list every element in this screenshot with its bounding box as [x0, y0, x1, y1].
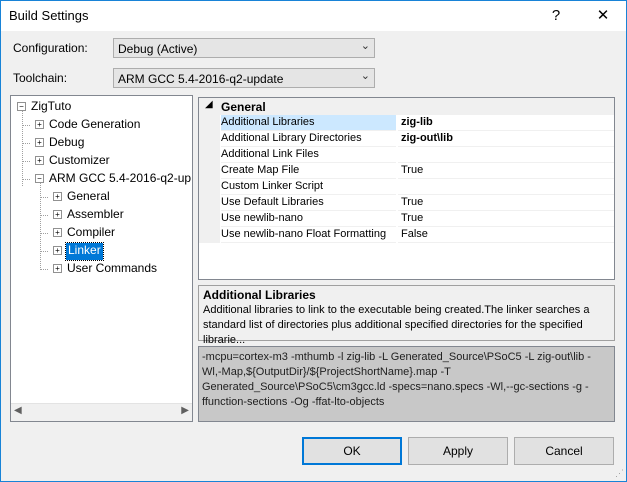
scroll-right-icon[interactable]: ▶ — [181, 405, 189, 416]
description-title: Additional Libraries — [203, 288, 316, 302]
property-value[interactable]: True — [398, 211, 614, 227]
close-button[interactable]: ✕ — [580, 1, 626, 31]
property-category-label: General — [221, 100, 266, 114]
property-row[interactable]: Custom Linker Script — [199, 179, 614, 195]
expand-icon[interactable]: + — [53, 210, 62, 219]
property-value[interactable]: False — [398, 227, 614, 243]
property-row[interactable]: Additional Link Files — [199, 147, 614, 163]
property-description-pane: Additional Libraries Additional librarie… — [198, 285, 615, 346]
tree-item-customizer[interactable]: Customizer — [49, 153, 110, 170]
tree-item-code-generation[interactable]: Code Generation — [49, 117, 140, 134]
property-row[interactable]: Use Default Libraries True — [199, 195, 614, 211]
property-label: Additional Library Directories — [221, 131, 396, 147]
chevron-down-icon: ⌄ — [360, 40, 370, 52]
expand-icon[interactable]: + — [53, 192, 62, 201]
description-text: Additional libraries to link to the exec… — [203, 304, 590, 346]
property-value[interactable]: zig-lib — [398, 115, 614, 131]
property-row[interactable]: Use newlib-nano Float Formatting False — [199, 227, 614, 243]
apply-button[interactable]: Apply — [408, 437, 508, 465]
expand-icon[interactable]: + — [35, 138, 44, 147]
expand-icon[interactable]: + — [35, 156, 44, 165]
property-grid[interactable]: ◢ General Additional Libraries zig-lib A… — [198, 97, 615, 280]
tree-horizontal-scrollbar[interactable]: ◀ ▶ — [11, 403, 192, 421]
property-row[interactable]: Additional Libraries zig-lib — [199, 115, 614, 131]
property-value[interactable]: zig-out\lib — [398, 131, 614, 147]
collapse-icon[interactable]: − — [35, 174, 44, 183]
resize-grip-icon[interactable]: ⋰ — [615, 468, 624, 479]
help-button[interactable]: ? — [533, 1, 579, 31]
settings-tree[interactable]: − ZigTuto + Code Generation + Debug + Cu… — [10, 95, 193, 422]
property-row[interactable]: Additional Library Directories zig-out\l… — [199, 131, 614, 147]
tree-item-arm-gcc[interactable]: ARM GCC 5.4-2016-q2-up — [49, 171, 191, 188]
command-line-preview: -mcpu=cortex-m3 -mthumb -l zig-lib -L Ge… — [198, 346, 615, 422]
toolchain-label: Toolchain: — [13, 71, 68, 85]
tree-item-debug[interactable]: Debug — [49, 135, 84, 152]
property-label: Additional Link Files — [221, 147, 396, 163]
property-label: Custom Linker Script — [221, 179, 396, 195]
property-value[interactable]: True — [398, 195, 614, 211]
cancel-button[interactable]: Cancel — [514, 437, 614, 465]
tree-item-compiler[interactable]: Compiler — [67, 225, 115, 242]
configuration-value: Debug (Active) — [118, 42, 198, 56]
tree-item-linker[interactable]: Linker — [65, 242, 104, 261]
toolchain-value: ARM GCC 5.4-2016-q2-update — [118, 72, 284, 86]
scroll-left-icon[interactable]: ◀ — [14, 405, 22, 416]
property-row[interactable]: Use newlib-nano True — [199, 211, 614, 227]
expand-icon[interactable]: + — [53, 264, 62, 273]
property-value[interactable] — [398, 147, 614, 163]
expand-icon[interactable]: + — [53, 246, 62, 255]
tree-item-assembler[interactable]: Assembler — [67, 207, 124, 224]
ok-button[interactable]: OK — [302, 437, 402, 465]
property-label: Use newlib-nano — [221, 211, 396, 227]
property-value[interactable] — [398, 179, 614, 195]
expand-icon[interactable]: + — [35, 120, 44, 129]
window-title: Build Settings — [9, 8, 89, 23]
property-label: Create Map File — [221, 163, 396, 179]
close-icon: ✕ — [596, 7, 610, 24]
build-settings-dialog: Build Settings ? ✕ Configuration: Debug … — [0, 0, 627, 482]
collapse-icon[interactable]: − — [17, 102, 26, 111]
property-value[interactable]: True — [398, 163, 614, 179]
expand-icon[interactable]: + — [53, 228, 62, 237]
property-row[interactable]: Create Map File True — [199, 163, 614, 179]
collapse-triangle-icon[interactable]: ◢ — [205, 99, 213, 110]
configuration-label: Configuration: — [13, 41, 88, 55]
chevron-down-icon: ⌄ — [360, 70, 370, 82]
tree-item-zigtuto[interactable]: ZigTuto — [31, 99, 71, 116]
configuration-select[interactable]: Debug (Active) ⌄ — [113, 38, 375, 58]
property-category-header[interactable]: ◢ General — [199, 98, 614, 115]
property-label: Additional Libraries — [221, 115, 396, 131]
help-icon: ? — [551, 7, 561, 24]
property-label: Use newlib-nano Float Formatting — [221, 227, 396, 243]
tree-item-general[interactable]: General — [67, 189, 110, 206]
property-label: Use Default Libraries — [221, 195, 396, 211]
tree-item-user-commands[interactable]: User Commands — [67, 261, 157, 278]
toolchain-select[interactable]: ARM GCC 5.4-2016-q2-update ⌄ — [113, 68, 375, 88]
title-bar: Build Settings ? ✕ — [1, 1, 626, 31]
command-line-text: -mcpu=cortex-m3 -mthumb -l zig-lib -L Ge… — [202, 351, 591, 408]
